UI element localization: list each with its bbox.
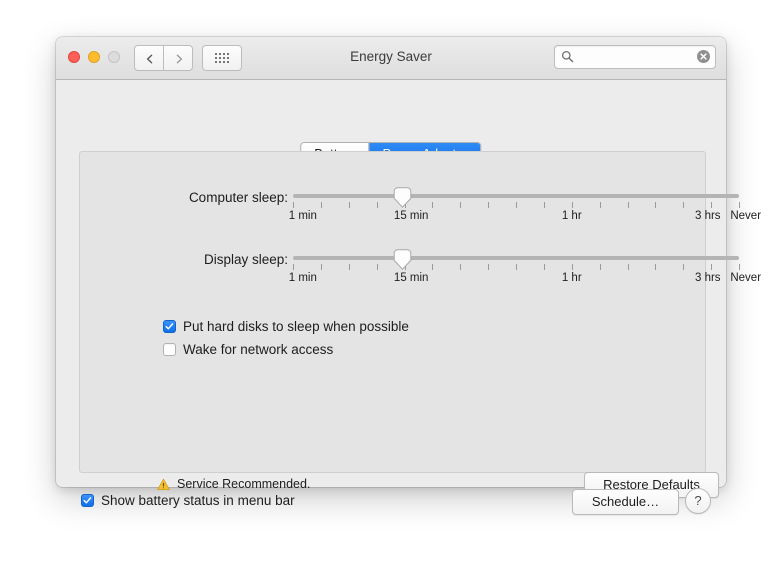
computer-sleep-slider[interactable]: 1 min 15 min 1 hr 3 hrs Never bbox=[289, 186, 761, 228]
computer-sleep-scale: 1 min 15 min 1 hr 3 hrs Never bbox=[289, 210, 761, 226]
slider-scale-label: Never bbox=[730, 210, 762, 222]
slider-track[interactable] bbox=[293, 256, 739, 260]
window-titlebar: Energy Saver bbox=[56, 37, 726, 80]
display-sleep-label: Display sleep: bbox=[203, 252, 288, 267]
slider-scale-label: 1 hr bbox=[561, 210, 582, 222]
slider-ticks bbox=[293, 264, 740, 271]
energy-saver-window: Energy Saver Battery Power Adapter bbox=[56, 37, 761, 515]
computer-sleep-label: Computer sleep: bbox=[188, 190, 288, 205]
warning-triangle-icon bbox=[157, 478, 170, 491]
display-sleep-scale: 1 min 15 min 1 hr 3 hrs Never bbox=[289, 272, 761, 288]
service-status-text: Service Recommended. bbox=[177, 477, 311, 491]
slider-scale-label: 1 hr bbox=[561, 272, 582, 284]
search-field[interactable] bbox=[554, 45, 716, 69]
wake-network-row[interactable]: Wake for network access bbox=[163, 342, 333, 357]
slider-track[interactable] bbox=[293, 194, 739, 198]
hard-disk-sleep-label: Put hard disks to sleep when possible bbox=[183, 319, 409, 334]
wake-network-label: Wake for network access bbox=[183, 342, 334, 357]
search-icon bbox=[561, 50, 574, 63]
settings-panel: Computer sleep: 1 min 15 min 1 hr 3 hrs Neve… bbox=[79, 151, 761, 498]
clear-search-icon[interactable] bbox=[697, 50, 710, 63]
slider-ticks bbox=[293, 202, 740, 209]
service-status: Service Recommended. bbox=[157, 477, 310, 491]
battery-status-row[interactable]: Show battery status in menu bar bbox=[81, 493, 295, 508]
slider-thumb[interactable] bbox=[393, 249, 412, 270]
hard-disk-sleep-row[interactable]: Put hard disks to sleep when possible bbox=[163, 319, 409, 334]
battery-status-checkbox[interactable] bbox=[81, 494, 94, 507]
display-sleep-slider[interactable]: 1 min 15 min 1 hr 3 hrs Never bbox=[289, 248, 761, 290]
slider-scale-label: 3 hrs bbox=[694, 210, 721, 222]
slider-scale-label: 15 min bbox=[393, 272, 429, 284]
schedule-button[interactable]: Schedule… bbox=[572, 489, 679, 515]
hard-disk-sleep-checkbox[interactable] bbox=[163, 320, 176, 333]
wake-network-checkbox[interactable] bbox=[163, 343, 176, 356]
help-button[interactable]: ? bbox=[685, 488, 711, 514]
window-content: Battery Power Adapter Computer sleep: 1 … bbox=[56, 80, 761, 515]
slider-scale-label: 3 hrs bbox=[694, 272, 721, 284]
battery-status-label: Show battery status in menu bar bbox=[101, 493, 295, 508]
slider-scale-label: Never bbox=[730, 272, 762, 284]
slider-scale-label: 1 min bbox=[288, 210, 317, 222]
slider-scale-label: 1 min bbox=[288, 272, 317, 284]
slider-thumb[interactable] bbox=[393, 187, 412, 208]
slider-scale-label: 15 min bbox=[393, 210, 429, 222]
search-input[interactable] bbox=[578, 48, 691, 65]
